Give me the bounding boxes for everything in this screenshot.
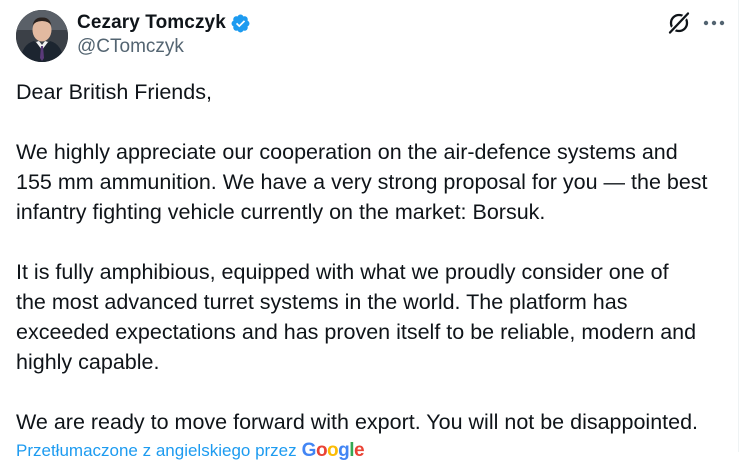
tweet-body: Dear British Friends, We highly apprecia… — [16, 77, 728, 467]
google-logo: Google — [301, 440, 365, 462]
author-handle[interactable]: @CTomczyk — [77, 36, 184, 58]
tweet-line: We highly appreciate our cooperation on … — [16, 140, 678, 164]
google-logo-letter: e — [354, 440, 365, 461]
tweet-line: infantry fighting vehicle currently on t… — [16, 200, 546, 224]
avatar-photo — [16, 10, 68, 62]
translation-label[interactable]: Przetłumaczone z angielskiego przez — [16, 441, 297, 461]
google-logo-letter: g — [338, 440, 350, 461]
tweet-line: the most advanced turret systems in the … — [16, 290, 628, 314]
more-options-icon[interactable] — [701, 11, 727, 35]
tweet-line: It is fully amphibious, equipped with wh… — [16, 260, 669, 284]
tweet-paragraph: We are ready to move forward with export… — [16, 407, 728, 437]
avatar[interactable] — [16, 10, 68, 62]
translation-link[interactable]: Przetłumaczone z angielskiego przez Goog… — [16, 440, 365, 462]
tweet-line: highly capable. — [16, 350, 160, 374]
tweet-paragraph: It is fully amphibious, equipped with wh… — [16, 257, 728, 377]
tweet-line: 155 mm ammunition. We have a very strong… — [16, 170, 708, 194]
tweet-line: Dear British Friends, — [16, 80, 212, 104]
verified-badge-icon — [230, 13, 251, 34]
author-display-name[interactable]: Cezary Tomczyk — [77, 12, 226, 34]
tweet-paragraph: We highly appreciate our cooperation on … — [16, 137, 728, 227]
column-divider — [738, 0, 747, 452]
author-name-row: Cezary Tomczyk — [77, 11, 251, 35]
tweet-paragraph: Dear British Friends, — [16, 77, 728, 107]
google-logo-letter: G — [301, 440, 317, 461]
google-logo-letter: o — [327, 440, 339, 461]
tweet-line: exceeded expectations and has proven its… — [16, 320, 697, 344]
grok-icon[interactable] — [667, 11, 691, 35]
tweet-card: Cezary Tomczyk @CTomczyk Dear British Fr… — [0, 0, 739, 461]
google-logo-letter: o — [315, 440, 328, 461]
tweet-line: We are ready to move forward with export… — [16, 410, 699, 434]
